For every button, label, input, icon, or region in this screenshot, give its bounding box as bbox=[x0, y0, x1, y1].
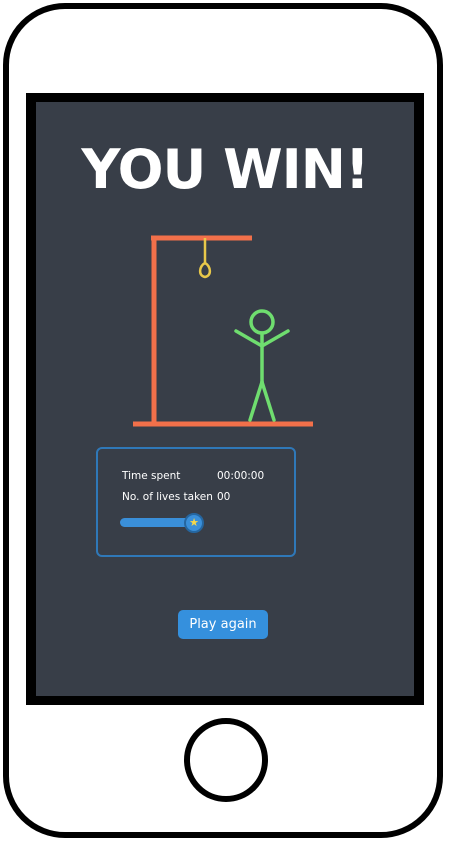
lives-taken-value: 00 bbox=[217, 491, 231, 503]
stats-panel: Time spent 00:00:00 No. of lives taken 0… bbox=[96, 447, 296, 557]
figure-left-leg bbox=[248, 380, 264, 422]
noose-loop bbox=[198, 261, 212, 279]
progress-bar: ★ bbox=[120, 513, 204, 533]
time-spent-value: 00:00:00 bbox=[217, 470, 265, 482]
time-spent-label: Time spent bbox=[122, 470, 181, 482]
home-button[interactable] bbox=[184, 718, 268, 802]
star-icon: ★ bbox=[189, 516, 199, 529]
play-again-button[interactable]: Play again bbox=[178, 610, 268, 639]
figure-right-leg bbox=[260, 380, 276, 422]
progress-knob: ★ bbox=[184, 513, 204, 533]
figure-head bbox=[249, 309, 275, 335]
lives-taken-label: No. of lives taken bbox=[122, 491, 213, 503]
